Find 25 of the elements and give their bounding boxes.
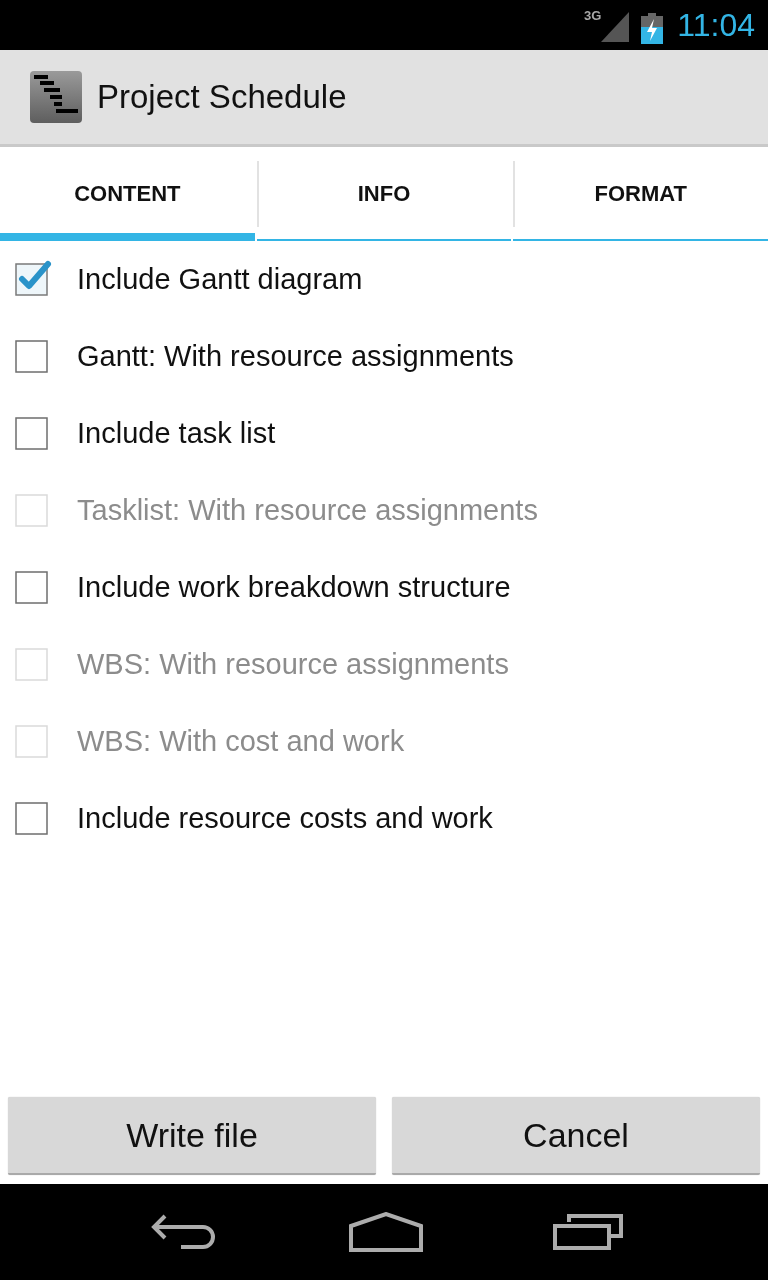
checkbox[interactable] xyxy=(15,417,48,450)
checkbox[interactable] xyxy=(15,571,48,604)
checkbox-label: Include task list xyxy=(77,417,276,450)
checkbox-label: WBS: With cost and work xyxy=(77,725,405,758)
home-icon[interactable] xyxy=(349,1212,423,1252)
checkbox-label: Tasklist: With resource assignments xyxy=(77,494,538,527)
checkbox-label: Include Gantt diagram xyxy=(77,263,363,296)
tab[interactable]: FORMAT xyxy=(513,159,768,241)
action-button[interactable]: Cancel xyxy=(392,1097,760,1175)
checkbox[interactable] xyxy=(15,340,48,373)
action-button[interactable]: Write file xyxy=(8,1097,376,1175)
checkbox-label: Include resource costs and work xyxy=(77,802,493,835)
app-title: Project Schedule xyxy=(97,78,347,116)
checkbox-label: WBS: With resource assignments xyxy=(77,648,509,681)
app-icon xyxy=(30,71,82,123)
checkbox[interactable] xyxy=(15,802,48,835)
recent-apps-icon[interactable] xyxy=(553,1214,623,1250)
clock-time: 11:04 xyxy=(677,6,755,44)
battery-charging-icon xyxy=(641,12,664,44)
network-label: 3G xyxy=(583,8,602,23)
checked-checkbox[interactable] xyxy=(15,259,52,296)
tab[interactable]: INFO xyxy=(256,159,512,241)
checkbox-label: Gantt: With resource assignments xyxy=(77,340,514,373)
checkbox-label: Include work breakdown structure xyxy=(77,571,511,604)
signal-icon xyxy=(601,12,630,42)
